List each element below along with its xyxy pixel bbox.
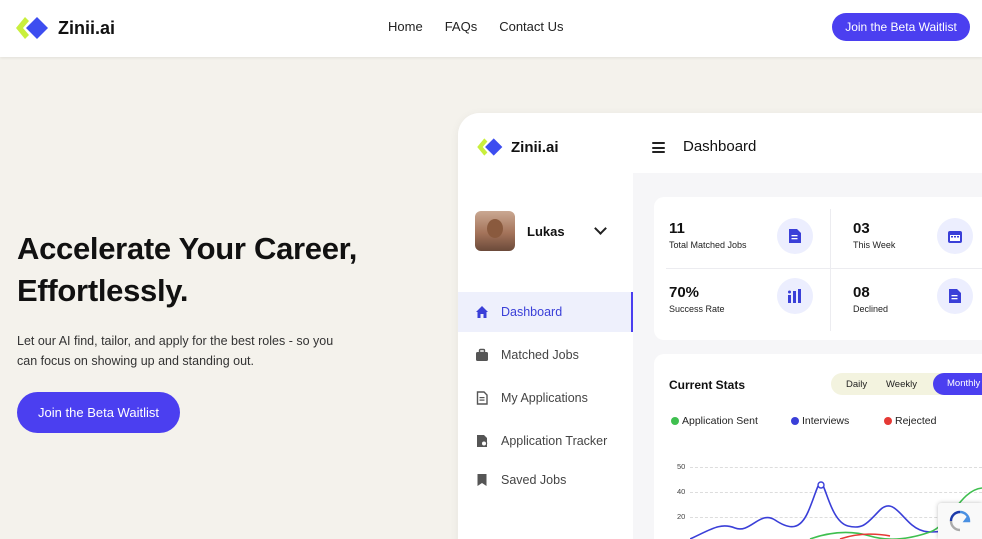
sidebar-item-dashboard[interactable]: Dashboard — [458, 292, 633, 332]
document-icon — [777, 218, 813, 254]
sidebar-item-label: Matched Jobs — [501, 348, 579, 362]
period-monthly[interactable]: Monthly — [933, 373, 982, 395]
avatar — [475, 211, 515, 251]
sidebar-item-label: Dashboard — [501, 305, 563, 319]
join-waitlist-header-button[interactable]: Join the Beta Waitlist — [832, 13, 970, 41]
stat-success-rate: 70% Success Rate — [669, 284, 725, 314]
legend-label: Rejected — [895, 415, 937, 427]
hero-title-line2: Effortlessly. — [17, 273, 189, 308]
home-icon — [476, 306, 488, 318]
sidebar-item-application-tracker[interactable]: Application Tracker — [458, 421, 633, 461]
main-nav: Home FAQs Contact Us — [388, 19, 564, 34]
stats-divider-vertical — [830, 209, 831, 331]
join-waitlist-hero-button[interactable]: Join the Beta Waitlist — [17, 392, 180, 433]
site-logo[interactable]: Zinii.ai — [12, 14, 115, 42]
app-page-title: Dashboard — [683, 138, 757, 155]
period-weekly[interactable]: Weekly — [886, 379, 917, 390]
zinii-logo-icon — [477, 138, 503, 156]
sidebar-item-label: Application Tracker — [501, 434, 608, 448]
stat-this-week: 03 This Week — [853, 220, 895, 250]
sidebar-item-saved-jobs[interactable]: Saved Jobs — [458, 460, 633, 500]
chart-point — [817, 481, 825, 489]
nav-link-contact[interactable]: Contact Us — [499, 19, 563, 34]
stat-value: 70% — [669, 284, 700, 301]
recaptcha-badge[interactable] — [938, 503, 982, 539]
hero-title: Accelerate Your Career, Effortlessly. — [17, 228, 397, 312]
hero-title-line1: Accelerate Your Career, — [17, 231, 358, 266]
app-logo: Zinii.ai — [474, 136, 559, 158]
legend-dot-blue — [791, 417, 799, 425]
legend-label: Interviews — [802, 415, 850, 427]
stats-divider-horizontal — [666, 268, 982, 269]
sidebar-item-matched-jobs[interactable]: Matched Jobs — [458, 335, 633, 375]
stat-declined: 08 Declined — [853, 284, 888, 314]
sidebar-item-label: My Applications — [501, 391, 588, 405]
top-navbar: Zinii.ai Home FAQs Contact Us Join the B… — [0, 0, 982, 57]
current-stats-title: Current Stats — [669, 378, 746, 392]
legend-dot-red — [884, 417, 892, 425]
stat-value: 08 — [853, 284, 870, 301]
stat-label: Success Rate — [669, 304, 725, 314]
recaptcha-icon — [949, 510, 971, 532]
tracker-icon — [477, 435, 488, 447]
legend-application-sent: Application Sent — [671, 415, 758, 427]
hamburger-menu-icon[interactable] — [652, 142, 665, 153]
stat-value: 11 — [669, 220, 685, 237]
document-icon — [937, 278, 973, 314]
brand-name: Zinii.ai — [58, 17, 116, 38]
y-tick: 20 — [677, 512, 686, 521]
zinii-logo-icon — [16, 17, 48, 39]
sidebar-item-my-applications[interactable]: My Applications — [458, 378, 633, 418]
legend-dot-green — [671, 417, 679, 425]
bar-chart-icon — [777, 278, 813, 314]
y-tick: 50 — [677, 462, 686, 471]
legend-interviews: Interviews — [791, 415, 849, 427]
chart-gridline — [690, 467, 982, 468]
period-daily[interactable]: Daily — [846, 379, 867, 390]
hero-subtitle-line1: Let our AI find, tailor, and apply for t… — [17, 334, 334, 348]
stat-label: Total Matched Jobs — [669, 240, 747, 250]
hero-subtitle: Let our AI find, tailor, and apply for t… — [17, 331, 357, 371]
legend-label: Application Sent — [682, 415, 758, 427]
nav-link-home[interactable]: Home — [388, 19, 423, 34]
app-brand-name: Zinii.ai — [511, 138, 559, 156]
stat-label: Declined — [853, 304, 889, 314]
stat-label: This Week — [853, 240, 896, 250]
calendar-icon — [937, 218, 973, 254]
y-tick: 40 — [677, 487, 686, 496]
document-icon — [476, 391, 488, 405]
period-segmented-control: Daily Weekly Monthly — [831, 373, 982, 395]
user-name: Lukas — [527, 223, 565, 239]
user-profile[interactable]: Lukas — [475, 211, 565, 251]
legend-rejected: Rejected — [884, 415, 936, 427]
briefcase-icon — [476, 348, 488, 361]
bookmark-icon — [477, 474, 487, 486]
nav-link-faqs[interactable]: FAQs — [445, 19, 478, 34]
hero-subtitle-line2: can focus on showing up and standing out… — [17, 354, 254, 368]
stat-total-matched-jobs: 11 Total Matched Jobs — [669, 220, 747, 250]
sidebar-item-label: Saved Jobs — [501, 473, 567, 487]
stat-value: 03 — [853, 220, 870, 237]
